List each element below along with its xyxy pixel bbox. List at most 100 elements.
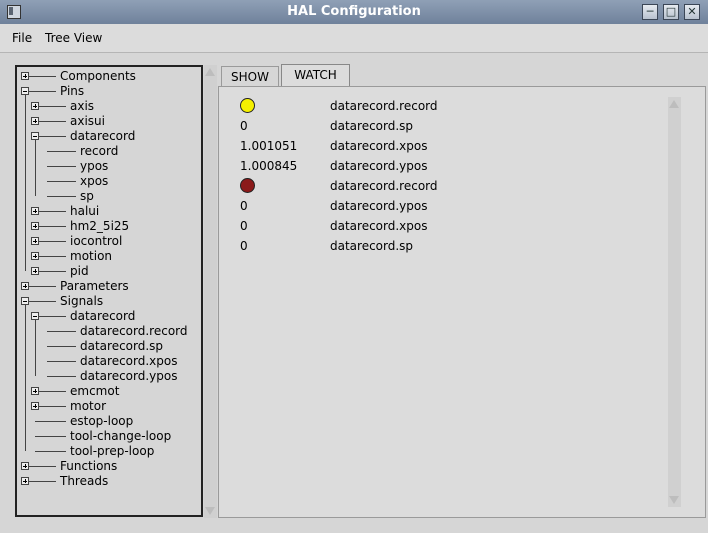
pin-status-led-icon <box>240 178 255 193</box>
tree-connector-line <box>39 136 66 137</box>
tree-item[interactable]: motor <box>17 399 201 414</box>
menu-tree-view[interactable]: Tree View <box>45 31 102 45</box>
maximize-button[interactable]: □ <box>663 4 679 20</box>
tree-item-label: tool-change-loop <box>70 429 172 443</box>
tree-scroll-down-icon[interactable] <box>205 507 215 515</box>
title-bar[interactable]: HAL Configuration ─ □ ✕ <box>0 0 708 24</box>
tree-connector-line <box>39 121 66 122</box>
tree-item[interactable]: datarecord.xpos <box>17 354 201 369</box>
collapse-minus-icon[interactable] <box>31 312 39 320</box>
tree-item[interactable]: motion <box>17 249 201 264</box>
expand-plus-icon[interactable] <box>21 72 29 80</box>
tree-item[interactable]: Parameters <box>17 279 201 294</box>
tree-connector-line <box>47 151 76 152</box>
tree-item-label: hm2_5i25 <box>70 219 130 233</box>
expand-plus-icon[interactable] <box>21 282 29 290</box>
tree-item[interactable]: emcmot <box>17 384 201 399</box>
watch-row: datarecord.record <box>219 178 659 196</box>
tree-panel[interactable]: Components Pins axis axisui datarecord record… <box>15 65 203 517</box>
expand-plus-icon[interactable] <box>31 207 39 215</box>
watch-row: 0 datarecord.sp <box>219 238 659 256</box>
tree-item[interactable]: datarecord.ypos <box>17 369 201 384</box>
watch-signal-name: datarecord.xpos <box>330 139 428 153</box>
tree-connector-line <box>29 76 56 77</box>
tree-item-label: sp <box>80 189 94 203</box>
expand-plus-icon[interactable] <box>31 237 39 245</box>
tree-item-label: datarecord.xpos <box>80 354 178 368</box>
tree-item[interactable]: datarecord <box>17 129 201 144</box>
expand-plus-icon[interactable] <box>21 462 29 470</box>
expand-plus-icon[interactable] <box>31 402 39 410</box>
watch-signal-name: datarecord.ypos <box>330 199 428 213</box>
tree-item-label: pid <box>70 264 89 278</box>
tree-item[interactable]: tool-prep-loop <box>17 444 201 459</box>
tree-item-label: datarecord <box>70 129 136 143</box>
tree-item-label: Components <box>60 69 136 83</box>
expand-plus-icon[interactable] <box>21 477 29 485</box>
menu-file[interactable]: File <box>12 31 32 45</box>
tree-connector-line <box>47 331 76 332</box>
watch-value: 0 <box>240 199 248 213</box>
expand-plus-icon[interactable] <box>31 387 39 395</box>
collapse-minus-icon[interactable] <box>21 297 29 305</box>
tree-item[interactable]: Components <box>17 69 201 84</box>
tree-item[interactable]: record <box>17 144 201 159</box>
tree-item[interactable]: datarecord.record <box>17 324 201 339</box>
minimize-button[interactable]: ─ <box>642 4 658 20</box>
close-icon: ✕ <box>687 5 697 18</box>
tree-item[interactable]: iocontrol <box>17 234 201 249</box>
tree-item-label: motion <box>70 249 113 263</box>
tree-item[interactable]: estop-loop <box>17 414 201 429</box>
tree-connector-line <box>47 181 76 182</box>
tree-connector-line <box>39 391 66 392</box>
watch-signal-name: datarecord.sp <box>330 239 414 253</box>
tree-connector-line <box>47 196 76 197</box>
watch-scrollbar[interactable] <box>668 97 681 507</box>
tree-item[interactable]: datarecord.sp <box>17 339 201 354</box>
expand-plus-icon[interactable] <box>31 102 39 110</box>
tree-connector-line <box>35 421 66 422</box>
expand-plus-icon[interactable] <box>31 117 39 125</box>
tree-item-label: emcmot <box>70 384 120 398</box>
tree-connector-line <box>39 211 66 212</box>
collapse-minus-icon[interactable] <box>31 132 39 140</box>
tree-item[interactable]: Pins <box>17 84 201 99</box>
watch-signal-name: datarecord.record <box>330 179 438 193</box>
tree-item[interactable]: axisui <box>17 114 201 129</box>
tree-connector-line <box>29 286 56 287</box>
watch-scroll-up-icon[interactable] <box>669 100 679 108</box>
tree-scroll-up-icon[interactable] <box>205 68 215 76</box>
watch-row: datarecord.record <box>219 98 659 116</box>
tree-item[interactable]: Threads <box>17 474 201 489</box>
tree-item-label: datarecord.record <box>80 324 188 338</box>
tree-item-label: Parameters <box>60 279 129 293</box>
watch-panel: datarecord.record 0 datarecord.sp 1.001051 d… <box>218 86 706 518</box>
tree-item[interactable]: sp <box>17 189 201 204</box>
tab-show-label: SHOW <box>231 70 269 84</box>
tree-item[interactable]: axis <box>17 99 201 114</box>
tree-item[interactable]: ypos <box>17 159 201 174</box>
tree-item[interactable]: tool-change-loop <box>17 429 201 444</box>
tree-item[interactable]: hm2_5i25 <box>17 219 201 234</box>
close-button[interactable]: ✕ <box>684 4 700 20</box>
tab-watch[interactable]: WATCH <box>281 64 350 86</box>
expand-plus-icon[interactable] <box>31 222 39 230</box>
tree-item-label: datarecord <box>70 309 136 323</box>
tree-item[interactable]: datarecord <box>17 309 201 324</box>
tree-item[interactable]: Functions <box>17 459 201 474</box>
tree-item[interactable]: pid <box>17 264 201 279</box>
tree-item[interactable]: Signals <box>17 294 201 309</box>
watch-value: 0 <box>240 119 248 133</box>
tree-item[interactable]: xpos <box>17 174 201 189</box>
tree-connector-line <box>47 361 76 362</box>
tree-scrollbar[interactable] <box>204 65 217 518</box>
tree-item-label: estop-loop <box>70 414 134 428</box>
watch-scroll-down-icon[interactable] <box>669 496 679 504</box>
tree-item[interactable]: halui <box>17 204 201 219</box>
tab-show[interactable]: SHOW <box>221 66 279 86</box>
collapse-minus-icon[interactable] <box>21 87 29 95</box>
watch-row: 1.001051 datarecord.xpos <box>219 138 659 156</box>
expand-plus-icon[interactable] <box>31 267 39 275</box>
watch-signal-name: datarecord.record <box>330 99 438 113</box>
expand-plus-icon[interactable] <box>31 252 39 260</box>
